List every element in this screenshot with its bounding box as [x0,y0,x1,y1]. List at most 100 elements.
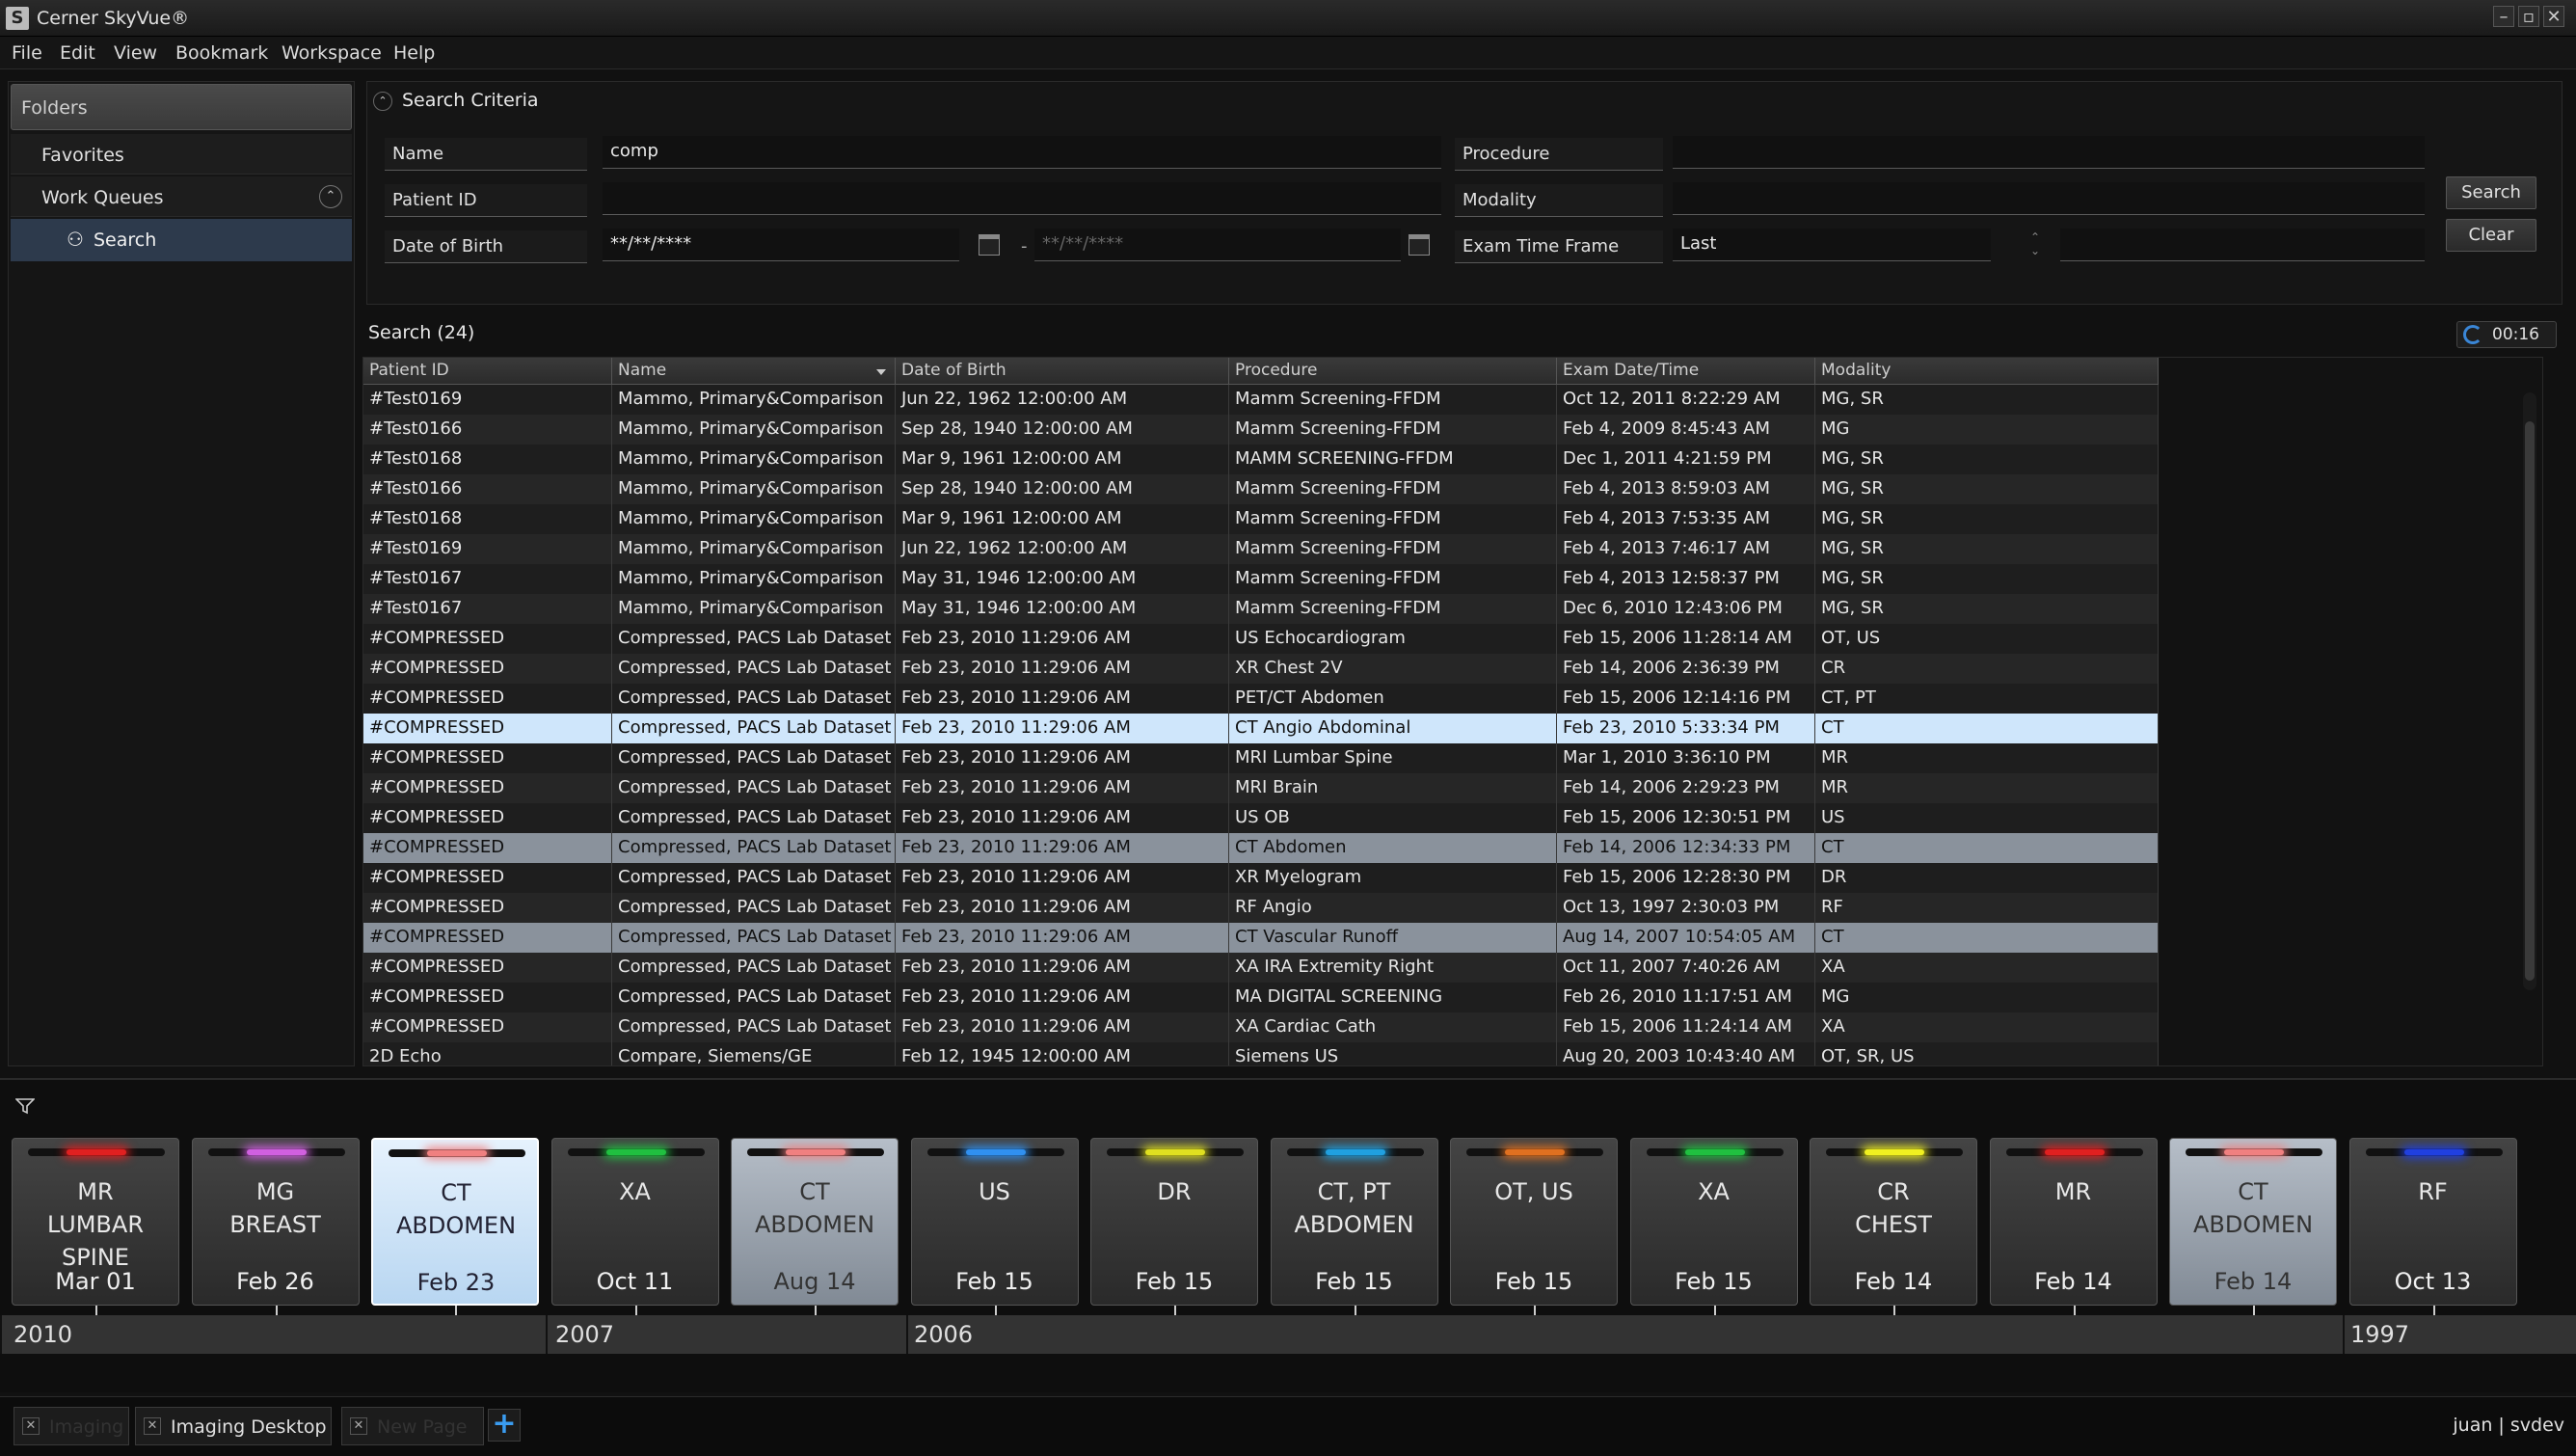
timeline-tick [275,1306,278,1315]
table-row[interactable]: #Test0168 Mammo, Primary&Comparison Mar 9,… [363,504,2159,534]
exam-card[interactable]: DR Feb 15 [1090,1138,1258,1306]
name-input[interactable]: comp [603,136,1441,169]
menu-view[interactable]: View [114,42,157,64]
year-segment-2007[interactable]: 2007 [546,1315,906,1354]
exam-card[interactable]: CR CHEST Feb 14 [1810,1138,1977,1306]
table-row[interactable]: #COMPRESSED Compressed, PACS Lab Dataset F… [363,983,2159,1012]
table-row[interactable]: #COMPRESSED Compressed, PACS Lab Dataset F… [363,953,2159,983]
modality-color-indicator [1325,1149,1385,1155]
menu-file[interactable]: File [12,42,42,64]
table-row[interactable]: #Test0167 Mammo, Primary&Comparison May 31… [363,594,2159,624]
exam-time-frame-select[interactable]: Last [1673,229,1991,261]
table-row[interactable]: #Test0169 Mammo, Primary&Comparison Jun 22… [363,385,2159,415]
scrollbar-thumb[interactable] [2525,421,2535,981]
menu-bookmark[interactable]: Bookmark [175,42,268,64]
table-row[interactable]: #COMPRESSED Compressed, PACS Lab Dataset F… [363,833,2159,863]
exam-time-value-input[interactable] [2060,229,2425,261]
folders-header[interactable]: Folders [11,84,352,130]
spinner-arrows-icon[interactable]: ⌃ ⌄ [2027,230,2043,257]
maximize-button[interactable]: ▫ [2518,6,2539,27]
column-modality[interactable]: Modality [1815,358,2159,385]
vertical-scrollbar[interactable] [2523,392,2536,990]
tab-imaging[interactable]: ✕ Imaging [13,1407,129,1445]
close-tab-icon[interactable]: ✕ [144,1417,161,1435]
table-row[interactable]: 2D Echo Compare, Siemens/GE Feb 12, 1945 1… [363,1042,2159,1065]
table-row[interactable]: #Test0167 Mammo, Primary&Comparison May 31… [363,564,2159,594]
year-segment-1997[interactable]: 1997 [2343,1315,2576,1354]
menu-help[interactable]: Help [393,42,435,64]
exam-card[interactable]: OT, US Feb 15 [1450,1138,1618,1306]
exam-card[interactable]: CT ABDOMEN Feb 14 [2169,1138,2337,1306]
table-row[interactable]: #COMPRESSED Compressed, PACS Lab Dataset F… [363,654,2159,684]
patient-id-input[interactable] [603,182,1441,215]
modality-color-bar [1646,1148,1784,1156]
close-button[interactable]: ✕ [2543,6,2564,27]
table-row[interactable]: #COMPRESSED Compressed, PACS Lab Dataset F… [363,803,2159,833]
minimize-button[interactable]: – [2493,6,2514,27]
exam-card[interactable]: MG BREAST Feb 26 [191,1138,360,1306]
filter-icon[interactable] [15,1097,35,1115]
calendar-icon[interactable] [1409,234,1430,256]
table-row[interactable]: #Test0166 Mammo, Primary&Comparison Sep 28… [363,474,2159,504]
table-row[interactable]: #COMPRESSED Compressed, PACS Lab Dataset F… [363,684,2159,714]
table-row[interactable]: #COMPRESSED Compressed, PACS Lab Dataset F… [363,624,2159,654]
add-tab-button[interactable]: + [488,1409,521,1442]
cell-patient-id: #Test0169 [363,534,612,564]
table-row[interactable]: #COMPRESSED Compressed, PACS Lab Dataset F… [363,773,2159,803]
table-row[interactable]: #Test0168 Mammo, Primary&Comparison Mar 9,… [363,445,2159,474]
cell-date-of-birth: Feb 23, 2010 11:29:06 AM [896,803,1229,833]
tab-imaging-desktop[interactable]: ✕ Imaging Desktop [135,1407,332,1445]
sidebar-item-search[interactable]: ⚇ Search [11,219,352,261]
sidebar-item-work-queues[interactable]: Work Queues ⌃ [11,176,352,217]
exam-card[interactable]: XA Oct 11 [550,1138,719,1306]
exam-card[interactable]: CT ABDOMEN Aug 14 [731,1138,899,1306]
close-tab-icon[interactable]: ✕ [22,1417,40,1435]
exam-card[interactable]: CT ABDOMEN Feb 23 [371,1138,539,1306]
refresh-timer[interactable]: 00:16 [2456,321,2557,348]
table-row[interactable]: #COMPRESSED Compressed, PACS Lab Dataset F… [363,893,2159,923]
search-button[interactable]: Search [2446,176,2536,209]
table-row[interactable]: #Test0166 Mammo, Primary&Comparison Sep 28… [363,415,2159,445]
table-row[interactable]: #COMPRESSED Compressed, PACS Lab Dataset F… [363,1012,2159,1042]
calendar-icon[interactable] [979,234,1000,256]
table-row[interactable]: #Test0169 Mammo, Primary&Comparison Jun 22… [363,534,2159,564]
results-title: Search (24) [368,322,475,343]
clear-button[interactable]: Clear [2446,219,2536,252]
exam-card[interactable]: MR Feb 14 [1989,1138,2158,1306]
card-modality: RF [2418,1178,2448,1205]
cell-exam-date-time: Feb 15, 2006 12:28:30 PM [1557,863,1815,893]
exam-card[interactable]: CT, PT ABDOMEN Feb 15 [1270,1138,1438,1306]
year-segment-2010[interactable]: 2010 [0,1315,546,1354]
close-tab-icon[interactable]: ✕ [350,1417,367,1435]
procedure-input[interactable] [1673,136,2425,169]
table-row[interactable]: #COMPRESSED Compressed, PACS Lab Dataset F… [363,863,2159,893]
criteria-collapse-icon[interactable]: ⌃ [373,92,392,111]
cell-modality: DR [1815,863,2159,893]
modality-color-indicator [2403,1149,2464,1155]
exam-card[interactable]: MR LUMBAR SPINE Mar 01 [12,1138,179,1306]
menu-edit[interactable]: Edit [60,42,95,64]
column-exam-date-time[interactable]: Exam Date/Time [1557,358,1815,385]
table-row[interactable]: #COMPRESSED Compressed, PACS Lab Dataset F… [363,714,2159,743]
column-patient-id[interactable]: Patient ID [363,358,612,385]
exam-card[interactable]: US Feb 15 [910,1138,1079,1306]
column-date-of-birth[interactable]: Date of Birth [896,358,1229,385]
cell-procedure: RF Angio [1229,893,1557,923]
year-label: 1997 [2350,1321,2410,1348]
dob-to-input[interactable]: **/**/**** [1034,229,1401,261]
column-name[interactable]: Name [612,358,896,385]
sidebar-item-favorites[interactable]: Favorites [11,134,352,175]
modality-input[interactable] [1673,182,2425,215]
tab-new-page[interactable]: ✕ New Page [341,1407,484,1445]
column-procedure[interactable]: Procedure [1229,358,1557,385]
table-row[interactable]: #COMPRESSED Compressed, PACS Lab Dataset F… [363,743,2159,773]
dob-from-input[interactable]: **/**/**** [603,229,959,261]
cell-exam-date-time: Dec 1, 2011 4:21:59 PM [1557,445,1815,474]
exam-card[interactable]: XA Feb 15 [1629,1138,1798,1306]
card-date: Oct 11 [596,1268,674,1295]
collapse-up-icon[interactable]: ⌃ [319,185,342,208]
exam-card[interactable]: RF Oct 13 [2348,1138,2517,1306]
year-segment-2006[interactable]: 2006 [906,1315,2343,1354]
menu-workspace[interactable]: Workspace [282,42,382,64]
table-row[interactable]: #COMPRESSED Compressed, PACS Lab Dataset F… [363,923,2159,953]
